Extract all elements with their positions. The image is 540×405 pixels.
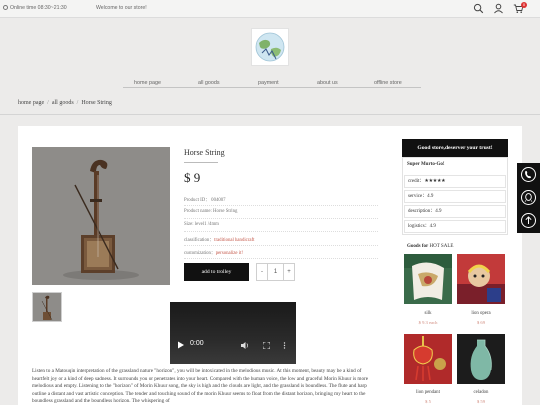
customization-row: customization：personalize it! bbox=[184, 244, 378, 259]
thumbnail-image bbox=[33, 293, 61, 321]
more-options-icon[interactable] bbox=[283, 342, 286, 349]
product-thumbnail[interactable] bbox=[32, 292, 62, 322]
product-description: Listen to a Matouqin interpretation of t… bbox=[32, 368, 369, 405]
qty-plus-button[interactable]: + bbox=[283, 263, 295, 281]
user-icon[interactable] bbox=[493, 3, 504, 14]
nav-about-us[interactable]: about us bbox=[317, 80, 338, 86]
qty-minus-button[interactable]: - bbox=[256, 263, 268, 281]
video-player[interactable]: 0:00 bbox=[170, 302, 296, 364]
video-time: 0:00 bbox=[190, 340, 204, 347]
classification-label: classification： bbox=[184, 238, 215, 243]
goods-name-silk[interactable]: silk bbox=[404, 311, 452, 316]
credit-label: credit： bbox=[408, 179, 425, 184]
search-icon[interactable] bbox=[473, 3, 484, 14]
product-title: Horse String bbox=[184, 148, 225, 157]
breadcrumb: home page / all goods / Horse String bbox=[18, 100, 112, 106]
breadcrumb-all-goods[interactable]: all goods bbox=[52, 100, 74, 106]
online-time: Online time 08:30~21:30 bbox=[10, 5, 67, 11]
fullscreen-icon[interactable] bbox=[263, 342, 270, 349]
volume-icon[interactable] bbox=[241, 342, 249, 349]
goods-price-lion-opera: $ 69 bbox=[476, 320, 486, 325]
store-name: Super Murto-Go! bbox=[407, 162, 445, 167]
goods-for-label: Goods for bbox=[407, 244, 429, 249]
logistics-value: 4.9 bbox=[429, 224, 436, 229]
service-value: 4.9 bbox=[427, 194, 434, 199]
store-logistics-row: logistics：4.9 bbox=[404, 220, 506, 233]
goods-name-lion-opera[interactable]: lion opera bbox=[457, 311, 505, 316]
goods-price-silk: $ 9.3 each bbox=[418, 320, 438, 325]
goods-image-silk[interactable] bbox=[404, 254, 452, 304]
qq-icon[interactable] bbox=[521, 190, 536, 205]
credit-stars: ★★★★★ bbox=[424, 179, 446, 184]
goods-price-celadon: $ 59 bbox=[476, 399, 486, 404]
store-description-row: description：4.9 bbox=[404, 205, 506, 218]
size-row: Size: level1 /4mm bbox=[184, 217, 378, 232]
classification-value[interactable]: traditional handicraft bbox=[214, 238, 254, 243]
description-label: description： bbox=[408, 209, 436, 214]
goods-image-lion-pendant[interactable] bbox=[404, 334, 452, 384]
add-to-trolley-button[interactable]: add to trolley bbox=[184, 263, 249, 281]
product-image[interactable] bbox=[32, 147, 170, 285]
lion-pendant-image bbox=[404, 334, 452, 384]
cart-count-badge: 0 bbox=[521, 2, 527, 8]
nav-divider bbox=[123, 87, 421, 88]
clock-icon bbox=[3, 5, 8, 10]
top-bar: Online time 08:30~21:30 Welcome to our s… bbox=[0, 0, 540, 18]
goods-price-lion-pendant: $ 5 bbox=[425, 399, 431, 404]
store-service-row: service：4.9 bbox=[404, 190, 506, 203]
goods-name-lion-pendant[interactable]: lion pendant bbox=[404, 390, 452, 395]
phone-icon[interactable] bbox=[521, 167, 536, 182]
main-nav: home page all goods payment about us off… bbox=[0, 72, 540, 94]
store-header: Good store,deserver your trust! bbox=[402, 139, 508, 157]
title-underline bbox=[184, 162, 218, 163]
customization-label: customization： bbox=[184, 251, 216, 256]
breadcrumb-home[interactable]: home page bbox=[18, 100, 44, 106]
welcome-text: Welcome to our store! bbox=[96, 5, 147, 11]
store-credit-row: credit：★★★★★ bbox=[404, 175, 506, 188]
qty-input[interactable]: 1 bbox=[268, 263, 283, 281]
play-icon[interactable] bbox=[177, 341, 185, 349]
nav-home-page[interactable]: home page bbox=[134, 80, 161, 86]
logo-globe-icon bbox=[255, 32, 285, 62]
hot-sale-label: HOT SALE bbox=[428, 244, 454, 249]
breadcrumb-current: Horse String bbox=[81, 100, 112, 106]
lion-opera-image bbox=[457, 254, 505, 304]
description-value: 4.9 bbox=[435, 209, 442, 214]
store-logo[interactable] bbox=[251, 28, 289, 66]
nav-all-goods[interactable]: all goods bbox=[198, 80, 220, 86]
horse-fiddle-image bbox=[32, 147, 170, 285]
nav-offline-store[interactable]: offline store bbox=[374, 80, 402, 86]
goods-image-lion-opera[interactable] bbox=[457, 254, 505, 304]
nav-payment[interactable]: payment bbox=[258, 80, 279, 86]
silk-image bbox=[404, 254, 452, 304]
back-to-top-icon[interactable] bbox=[521, 213, 536, 228]
logistics-label: logistics： bbox=[408, 224, 430, 229]
goods-image-celadon[interactable] bbox=[457, 334, 505, 384]
service-label: service： bbox=[408, 194, 428, 199]
floating-toolbar bbox=[517, 163, 540, 233]
breadcrumb-divider bbox=[0, 114, 540, 115]
goods-name-celadon[interactable]: celadon bbox=[457, 390, 505, 395]
hot-sale-title: Goods for HOT SALE bbox=[407, 244, 453, 249]
celadon-image bbox=[457, 334, 505, 384]
product-price: $ 9 bbox=[184, 170, 201, 185]
customization-value[interactable]: personalize it! bbox=[216, 251, 243, 256]
